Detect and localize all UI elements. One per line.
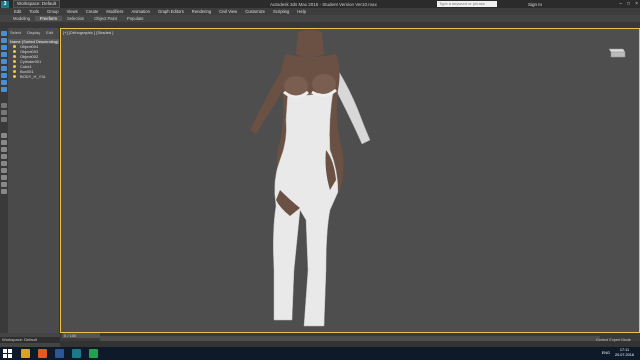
neck: [296, 30, 324, 57]
language-indicator[interactable]: ENG: [602, 351, 610, 355]
clock[interactable]: 17:11 20.07.2016: [615, 348, 634, 358]
explorer-app-icon[interactable]: [21, 349, 30, 358]
window-title: Autodesk 3ds Max 2016 - Student Version …: [270, 1, 377, 7]
menu-rendering[interactable]: Rendering: [188, 9, 215, 14]
render-frame-icon[interactable]: [1, 168, 7, 173]
scale-icon[interactable]: [1, 52, 7, 57]
render-setup-icon[interactable]: [1, 161, 7, 166]
menu-edit[interactable]: Edit: [10, 9, 25, 14]
list-item[interactable]: BODY_H_Y3L: [8, 74, 59, 79]
word-app-icon[interactable]: [55, 349, 64, 358]
close-icon[interactable]: ×: [635, 1, 638, 7]
angle-snap-icon[interactable]: [1, 110, 7, 115]
percent-snap-icon[interactable]: [1, 117, 7, 122]
clock-date: 20.07.2016: [614, 353, 634, 357]
material-icon[interactable]: [1, 147, 7, 152]
sign-in-link[interactable]: Sign In: [528, 2, 542, 7]
expert-mode-label[interactable]: Control Expert Mode: [596, 338, 631, 342]
menu-civil-view[interactable]: Civil View: [215, 9, 241, 14]
lightbulb-icon[interactable]: [13, 50, 16, 53]
render-icon[interactable]: [1, 154, 7, 159]
windows-taskbar: [0, 347, 640, 360]
layer-icon[interactable]: [1, 66, 7, 71]
curve-editor-icon[interactable]: [1, 182, 7, 187]
lightbulb-icon[interactable]: [13, 65, 16, 68]
firefox-app-icon[interactable]: [38, 349, 47, 358]
tab-populate[interactable]: Populate: [122, 16, 149, 21]
viewport-label[interactable]: [+] [Orthographic ] [Shaded ]: [63, 30, 113, 35]
lightbulb-icon[interactable]: [13, 70, 16, 73]
menu-views[interactable]: Views: [63, 9, 82, 14]
explorer-tab-select[interactable]: Select: [10, 30, 21, 35]
menu-modifiers[interactable]: Modifiers: [102, 9, 127, 14]
title-bar: 3 Workspace: Default Autodesk 3ds Max 20…: [0, 0, 640, 8]
tab-object-paint[interactable]: Object Paint: [89, 16, 122, 21]
display-icon[interactable]: [1, 87, 7, 92]
move-icon[interactable]: [1, 38, 7, 43]
menu-group[interactable]: Group: [43, 9, 63, 14]
3dsmax-app-icon[interactable]: [72, 349, 81, 358]
workspace-dropdown[interactable]: Workspace: Default: [13, 0, 61, 8]
tab-modeling[interactable]: Modeling: [8, 16, 35, 21]
character-model[interactable]: [230, 30, 390, 330]
lightbulb-icon[interactable]: [13, 75, 16, 78]
rotate-icon[interactable]: [1, 45, 7, 50]
minimize-icon[interactable]: –: [619, 1, 622, 7]
snap-icon[interactable]: [1, 103, 7, 108]
time-slider[interactable]: 0 / 100: [62, 333, 100, 338]
menu-bar: Edit Tools Group Views Create Modifiers …: [0, 8, 640, 15]
menu-create[interactable]: Create: [82, 9, 103, 14]
ribbon-tabs: Modeling Freeform Selection Object Paint…: [0, 15, 640, 22]
scene-explorer: Select Display Edit Name (Sorted Descend…: [8, 28, 60, 333]
start-button[interactable]: [3, 348, 13, 359]
menu-scripting[interactable]: Scripting: [269, 9, 293, 14]
app-logo-icon[interactable]: 3: [1, 0, 9, 8]
tab-freeform[interactable]: Freeform: [35, 16, 62, 21]
menu-graph-editors[interactable]: Graph Editors: [154, 9, 188, 14]
menu-animation[interactable]: Animation: [127, 9, 154, 14]
lightbulb-icon[interactable]: [13, 60, 16, 63]
viewcube-icon[interactable]: [605, 44, 627, 60]
select-icon[interactable]: [1, 31, 7, 36]
explorer-tab-display[interactable]: Display: [27, 30, 40, 35]
environment-icon[interactable]: [1, 175, 7, 180]
filter-icon[interactable]: [1, 73, 7, 78]
menu-customize[interactable]: Customize: [241, 9, 269, 14]
lightbulb-icon[interactable]: [13, 55, 16, 58]
tool-strip: [0, 28, 8, 333]
link-icon[interactable]: [1, 59, 7, 64]
schematic-icon[interactable]: [1, 189, 7, 194]
tab-selection[interactable]: Selection: [62, 16, 89, 21]
hierarchy-icon[interactable]: [1, 80, 7, 85]
maximize-icon[interactable]: □: [627, 1, 630, 7]
search-input[interactable]: Type a keyword or phrase: [437, 1, 497, 7]
menu-tools[interactable]: Tools: [25, 9, 43, 14]
menu-help[interactable]: Help: [293, 9, 310, 14]
align-icon[interactable]: [1, 140, 7, 145]
explorer-tab-edit[interactable]: Edit: [46, 30, 53, 35]
lightbulb-icon[interactable]: [13, 45, 16, 48]
media-app-icon[interactable]: [89, 349, 98, 358]
mirror-icon[interactable]: [1, 133, 7, 138]
workspace-status[interactable]: Workspace: Default: [0, 337, 60, 343]
